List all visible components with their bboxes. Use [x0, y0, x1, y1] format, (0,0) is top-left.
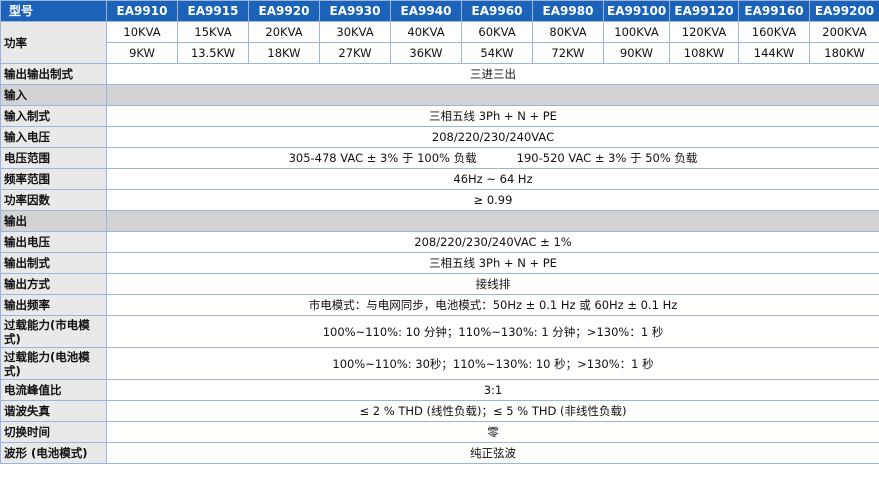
spec-value: 208/220/230/240VAC — [106, 126, 879, 148]
io-system-label: 输出输出制式 — [0, 63, 107, 85]
model-column-header: EA99200 — [809, 0, 879, 22]
spec-value: ≥ 0.99 — [106, 189, 879, 211]
kva-cell: 80KVA — [532, 21, 604, 43]
spec-row: 谐波失真 ≤ 2 % THD (线性负载)；≤ 5 % THD (非线性负载) — [0, 400, 879, 422]
model-column-header: EA99100 — [603, 0, 670, 22]
spec-value: 3:1 — [106, 379, 879, 401]
spec-label: 过载能力(市电模式) — [0, 315, 107, 348]
model-column-header: EA9940 — [390, 0, 462, 22]
spec-label: 频率范围 — [0, 168, 107, 190]
output-section-title: 输出 — [0, 210, 107, 232]
kva-cell: 40KVA — [390, 21, 462, 43]
kw-cell: 90KW — [603, 42, 670, 64]
spec-row: 波形 (电池模式) 纯正弦波 — [0, 442, 879, 464]
spec-label: 输出方式 — [0, 273, 107, 295]
kva-cell: 200KVA — [809, 21, 879, 43]
kva-cell: 120KVA — [669, 21, 739, 43]
kw-cell: 13.5KW — [177, 42, 249, 64]
spec-value: 三相五线 3Ph + N + PE — [106, 252, 879, 274]
spec-row: 功率因数 ≥ 0.99 — [0, 189, 879, 211]
spec-row: 频率范围 46Hz ~ 64 Hz — [0, 168, 879, 190]
model-header: 型号 — [0, 0, 107, 22]
model-column-header: EA9920 — [248, 0, 320, 22]
model-column-header: EA9960 — [461, 0, 533, 22]
input-section-title: 输入 — [0, 84, 107, 106]
spec-row: 输出电压 208/220/230/240VAC ± 1% — [0, 231, 879, 253]
spec-value: ≤ 2 % THD (线性负载)；≤ 5 % THD (非线性负载) — [106, 400, 879, 422]
spec-label: 谐波失真 — [0, 400, 107, 422]
spec-row: 输入电压 208/220/230/240VAC — [0, 126, 879, 148]
kva-cell: 10KVA — [106, 21, 178, 43]
power-kva-row: 功率 10KVA 15KVA 20KVA 30KVA 40KVA 60KVA 8… — [0, 21, 879, 64]
spec-value: 46Hz ~ 64 Hz — [106, 168, 879, 190]
model-column-header: EA99160 — [738, 0, 810, 22]
model-column-header: EA9915 — [177, 0, 249, 22]
kw-cell: 108KW — [669, 42, 739, 64]
kw-cell: 36KW — [390, 42, 462, 64]
spec-row: 切换时间 零 — [0, 421, 879, 443]
kw-cell: 9KW — [106, 42, 178, 64]
kva-cell: 160KVA — [738, 21, 810, 43]
spec-label: 输出频率 — [0, 294, 107, 316]
spec-value: 100%~110%: 10 分钟；110%~130%: 1 分钟；>130%：1… — [106, 315, 879, 348]
spec-row: 过载能力(市电模式) 100%~110%: 10 分钟；110%~130%: 1… — [0, 315, 879, 348]
spec-value: 三相五线 3Ph + N + PE — [106, 105, 879, 127]
spec-label: 功率因数 — [0, 189, 107, 211]
kva-cell: 15KVA — [177, 21, 249, 43]
kw-cell: 72KW — [532, 42, 604, 64]
spec-row: 输出频率 市电模式：与电网同步，电池模式：50Hz ± 0.1 Hz 或 60H… — [0, 294, 879, 316]
spec-label: 输入制式 — [0, 105, 107, 127]
spec-label: 输入电压 — [0, 126, 107, 148]
voltage-range-half-load: 190-520 VAC ± 3% 于 50% 负载 — [516, 151, 698, 165]
model-column-header: EA99120 — [669, 0, 739, 22]
spec-label: 过载能力(电池模式) — [0, 347, 107, 380]
spec-label: 输出电压 — [0, 231, 107, 253]
kva-cell: 30KVA — [319, 21, 391, 43]
spec-label: 波形 (电池模式) — [0, 442, 107, 464]
spec-row: 输出方式 接线排 — [0, 273, 879, 295]
kva-cell: 20KVA — [248, 21, 320, 43]
spec-value: 零 — [106, 421, 879, 443]
header-row: 型号 EA9910 EA9915 EA9920 EA9930 EA9940 EA… — [0, 0, 879, 22]
power-label: 功率 — [0, 21, 107, 64]
spec-value: 接线排 — [106, 273, 879, 295]
section-fill — [106, 210, 879, 232]
voltage-range-full-load: 305-478 VAC ± 3% 于 100% 负载 — [288, 151, 477, 165]
spec-row: 过载能力(电池模式) 100%~110%: 30秒；110%~130%: 10 … — [0, 347, 879, 380]
input-section-row: 输入 — [0, 84, 879, 106]
kva-cell: 100KVA — [603, 21, 670, 43]
spec-table: 型号 EA9910 EA9915 EA9920 EA9930 EA9940 EA… — [0, 0, 879, 464]
spec-row: 输出制式 三相五线 3Ph + N + PE — [0, 252, 879, 274]
spec-row: 电流峰值比 3:1 — [0, 379, 879, 401]
io-system-value: 三进三出 — [106, 63, 879, 85]
kw-cell: 180KW — [809, 42, 879, 64]
kw-cell: 27KW — [319, 42, 391, 64]
model-column-header: EA9910 — [106, 0, 178, 22]
spec-value: 市电模式：与电网同步，电池模式：50Hz ± 0.1 Hz 或 60Hz ± 0… — [106, 294, 879, 316]
kw-cell: 54KW — [461, 42, 533, 64]
output-section-row: 输出 — [0, 210, 879, 232]
spec-label: 输出制式 — [0, 252, 107, 274]
spec-label: 电压范围 — [0, 147, 107, 169]
model-column-header: EA9980 — [532, 0, 604, 22]
spec-value: 纯正弦波 — [106, 442, 879, 464]
spec-value: 100%~110%: 30秒；110%~130%: 10 秒；>130%：1 秒 — [106, 347, 879, 380]
kva-cell: 60KVA — [461, 21, 533, 43]
spec-row: 电压范围 305-478 VAC ± 3% 于 100% 负载 190-520 V… — [0, 147, 879, 169]
spec-label: 切换时间 — [0, 421, 107, 443]
spec-label: 电流峰值比 — [0, 379, 107, 401]
power-kw-row: 9KW 13.5KW 18KW 27KW 36KW 54KW 72KW 90KW… — [1, 42, 879, 64]
spec-value: 305-478 VAC ± 3% 于 100% 负载 190-520 VAC ± … — [106, 147, 879, 169]
spec-value: 208/220/230/240VAC ± 1% — [106, 231, 879, 253]
io-system-row: 输出输出制式 三进三出 — [0, 63, 879, 85]
model-column-header: EA9930 — [319, 0, 391, 22]
kw-cell: 144KW — [738, 42, 810, 64]
section-fill — [106, 84, 879, 106]
spec-row: 输入制式 三相五线 3Ph + N + PE — [0, 105, 879, 127]
kw-cell: 18KW — [248, 42, 320, 64]
